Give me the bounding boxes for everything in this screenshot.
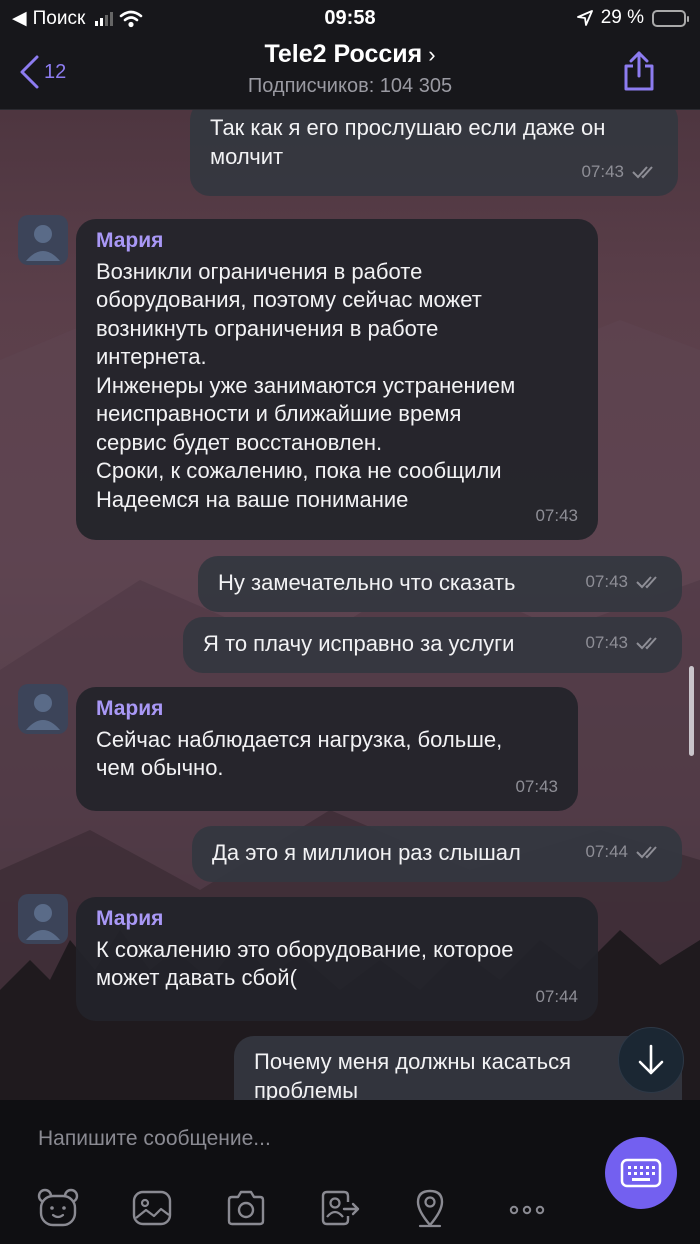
sender-name: Мария	[96, 907, 164, 930]
avatar[interactable]	[18, 684, 68, 734]
message-time: 07:43	[515, 776, 558, 796]
sender-name: Мария	[96, 697, 164, 720]
message-outgoing[interactable]: Так как я его прослушаю если даже он мол…	[190, 110, 678, 196]
message-input[interactable]	[20, 1114, 580, 1164]
location-arrow-icon	[576, 10, 593, 26]
status-bar: ◀ Поиск 09:58 29 %	[0, 0, 700, 36]
message-time: 07:43	[585, 632, 628, 652]
user-avatar-icon	[26, 904, 60, 940]
channel-title: Tele2 Россия	[264, 40, 423, 68]
message-incoming[interactable]: Мария Возникли ограничения в работе обор…	[76, 219, 598, 540]
composer	[0, 1100, 700, 1244]
message-text: Почему меня должны касаться проблемы	[254, 1049, 572, 1100]
double-check-icon	[632, 166, 653, 179]
share-contact-button[interactable]	[318, 1186, 362, 1230]
sticker-button[interactable]	[36, 1186, 80, 1230]
message-time: 07:44	[535, 986, 578, 1006]
sticker-icon	[37, 1188, 79, 1227]
channel-info[interactable]: Tele2 Россия › Подписчиков: 104 305	[0, 40, 700, 98]
message-text: Возникли ограничения в работе оборудован…	[96, 258, 516, 512]
keyboard-icon	[620, 1158, 662, 1188]
battery-percent: 29 %	[600, 7, 644, 28]
location-icon	[416, 1189, 444, 1228]
subscriber-count: Подписчиков: 104 305	[247, 75, 453, 97]
message-text: Сейчас наблюдается нагрузка, больше, чем…	[96, 726, 503, 781]
more-button[interactable]	[505, 1186, 549, 1230]
message-outgoing[interactable]: Ну замечательно что сказать 07:43	[198, 556, 682, 612]
gallery-button[interactable]	[130, 1186, 174, 1230]
message-time: 07:43	[535, 505, 578, 525]
camera-icon	[227, 1190, 265, 1226]
message-incoming[interactable]: Мария Сейчас наблюдается нагрузка, больш…	[76, 687, 578, 811]
double-check-icon	[636, 576, 657, 589]
attachment-toolbar	[0, 1182, 600, 1232]
arrow-down-icon	[638, 1044, 664, 1075]
battery-icon	[652, 9, 689, 27]
message-list[interactable]: Так как я его прослушаю если даже он мол…	[0, 110, 700, 1100]
location-button[interactable]	[408, 1186, 452, 1230]
double-check-icon	[636, 637, 657, 650]
share-contact-icon	[321, 1190, 360, 1226]
message-outgoing[interactable]: Почему меня должны касаться проблемы	[234, 1036, 682, 1100]
message-time: 07:43	[581, 161, 624, 181]
double-check-icon	[636, 846, 657, 859]
user-avatar-icon	[26, 225, 60, 261]
gallery-icon	[132, 1190, 172, 1226]
scrollbar[interactable]	[689, 666, 694, 756]
message-time: 07:43	[585, 571, 628, 591]
more-icon	[509, 1205, 545, 1215]
message-outgoing[interactable]: Я то плачу исправно за услуги 07:43	[183, 617, 682, 673]
sender-name: Мария	[96, 229, 164, 252]
message-incoming[interactable]: Мария К сожалению это оборудование, кото…	[76, 897, 598, 1021]
message-text: К сожалению это оборудование, которое мо…	[96, 936, 514, 991]
message-time: 07:44	[585, 841, 628, 861]
avatar[interactable]	[18, 894, 68, 944]
share-icon[interactable]	[622, 50, 656, 92]
avatar[interactable]	[18, 215, 68, 265]
user-avatar-icon	[26, 694, 60, 730]
message-outgoing[interactable]: Да это я миллион раз слышал 07:44	[192, 826, 682, 882]
scroll-to-bottom-button[interactable]	[618, 1027, 684, 1093]
keyboard-button[interactable]	[605, 1137, 677, 1209]
camera-button[interactable]	[224, 1186, 268, 1230]
chevron-right-icon: ›	[428, 42, 436, 67]
chat-header: 12 Tele2 Россия › Подписчиков: 104 305	[0, 36, 700, 110]
